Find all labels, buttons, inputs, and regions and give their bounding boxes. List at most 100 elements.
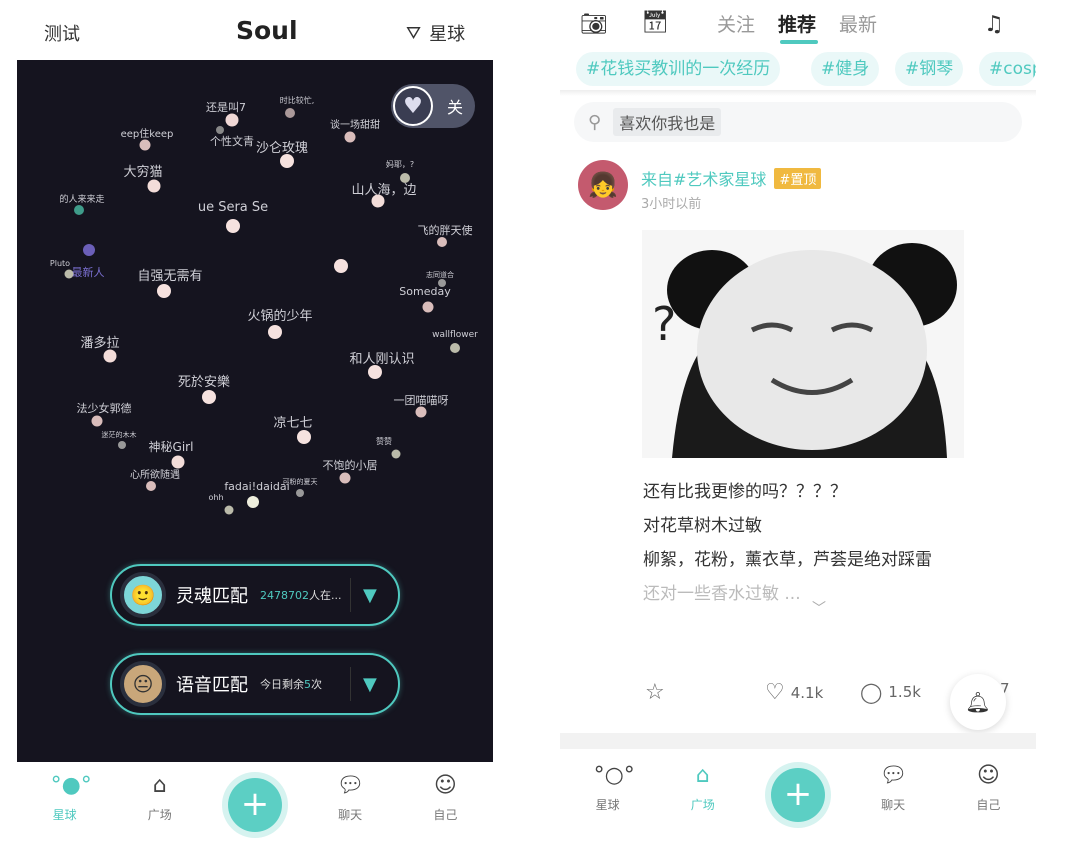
user-node-dot[interactable]	[91, 415, 103, 427]
user-node-dot[interactable]	[247, 496, 259, 508]
tag-chip[interactable]: #健身	[811, 52, 880, 86]
user-node-label: eep住keep	[120, 129, 174, 140]
post-button[interactable]: +	[215, 762, 295, 832]
test-label[interactable]: 测试	[44, 20, 80, 46]
user-node-dot[interactable]	[296, 489, 304, 497]
post-source[interactable]: 来自#艺术家星球 #置顶	[641, 166, 822, 190]
smile-icon: ☺	[433, 773, 457, 798]
divider	[560, 733, 1036, 749]
square-icon: ⌂	[152, 773, 167, 798]
voice-match-remaining: 今日剩余5次	[260, 678, 322, 691]
user-node-dot[interactable]	[225, 113, 239, 127]
user-node-label: 最新人	[71, 266, 105, 279]
tag-chip[interactable]: #钢琴	[895, 52, 964, 86]
post-source-label[interactable]: 来自#艺术家星球	[641, 166, 766, 190]
tab-me[interactable]: ☺ 自己	[948, 752, 1028, 813]
user-node-dot[interactable]	[391, 449, 401, 459]
comment-button[interactable]: ◯ 1.5k	[860, 680, 921, 704]
voice-match-button[interactable]: 😐 语音匹配 今日剩余5次 ▼	[110, 653, 400, 715]
user-node-dot[interactable]	[334, 259, 348, 273]
user-node-label: fadai!daidai	[224, 480, 290, 493]
left-tab-bar: °●° 星球 ⌂ 广场 + 💬︎ 聊天 ☺ 自己	[17, 762, 493, 841]
tab-follow[interactable]: 关注	[717, 10, 755, 37]
tab-recommend[interactable]: 推荐	[778, 10, 816, 37]
user-node-label: 飞的胖天使	[417, 224, 473, 237]
plus-icon: +	[770, 768, 825, 822]
tab-planet[interactable]: °●° 星球	[25, 762, 105, 823]
planet-icon: °●°	[50, 773, 92, 798]
user-node-dot[interactable]	[339, 472, 351, 484]
user-node-dot[interactable]	[422, 301, 434, 313]
post-text-line: 柳絮，花粉，薰衣草，芦荟是绝对踩雷	[643, 550, 932, 570]
tab-square[interactable]: ⌂ 广场	[120, 762, 200, 823]
user-node-dot[interactable]	[450, 343, 460, 353]
favorite-button[interactable]: ☆	[645, 680, 665, 705]
user-node-dot[interactable]	[103, 349, 117, 363]
divider	[350, 578, 351, 612]
app-title: Soul	[236, 16, 298, 45]
pinned-badge: #置顶	[774, 167, 822, 189]
user-node-dot[interactable]	[285, 108, 295, 118]
expand-chevron-icon[interactable]: ﹀	[812, 598, 826, 618]
user-node-label: 凉七七	[273, 416, 313, 431]
user-node-dot[interactable]	[202, 390, 216, 404]
user-node-label: Pluto	[49, 259, 71, 268]
user-node-dot[interactable]	[64, 269, 74, 279]
user-node-dot[interactable]	[368, 365, 382, 379]
music-icon[interactable]: ♫	[984, 12, 1004, 37]
plus-icon: +	[227, 778, 282, 832]
user-node-dot[interactable]	[146, 481, 156, 491]
user-node-dot[interactable]	[118, 441, 126, 449]
tab-latest[interactable]: 最新	[839, 10, 877, 37]
user-node-dot[interactable]	[157, 284, 171, 298]
user-node-dot[interactable]	[437, 237, 447, 247]
user-node-dot[interactable]	[147, 179, 161, 193]
user-node-label: ohh	[208, 493, 224, 502]
svg-text:?: ?	[652, 297, 676, 351]
tab-square[interactable]: ⌂ 广场	[663, 752, 743, 813]
soul-match-button[interactable]: 🙂 灵魂匹配 2478702人在... ▼	[110, 564, 400, 626]
filter-icon[interactable]: ▼	[363, 585, 377, 606]
voice-avatar: 😐	[120, 661, 166, 707]
user-node-dot[interactable]	[139, 139, 151, 151]
user-node-label: 的人来来走	[59, 195, 105, 205]
tab-me[interactable]: ☺ 自己	[405, 762, 485, 823]
tag-chip[interactable]: #cosp	[979, 52, 1036, 86]
user-node-label: 不饱的小居	[322, 459, 378, 472]
user-node-dot[interactable]	[226, 219, 240, 233]
planet-filter-button[interactable]: ⛛ 星球	[406, 20, 465, 46]
tab-chat[interactable]: 💬︎ 聊天	[310, 762, 390, 823]
comment-icon: ◯	[860, 680, 883, 704]
tag-chip[interactable]: #花钱买教训的一次经历	[576, 52, 781, 86]
post-image[interactable]: ?	[642, 230, 964, 458]
calendar-check-icon[interactable]: 📅︎	[641, 10, 669, 35]
user-node-dot[interactable]	[297, 430, 311, 444]
camera-icon[interactable]: 📷︎	[580, 12, 608, 37]
square-icon: ⌂	[695, 763, 710, 788]
bell-icon[interactable]: 🔔︎	[950, 674, 1006, 730]
user-node-dot[interactable]	[438, 279, 446, 287]
chat-icon: 💬︎	[879, 763, 908, 788]
user-node-label: 志同道合	[426, 271, 454, 279]
heart-toggle[interactable]: ♥ 关	[391, 84, 475, 128]
soul-avatar: 🙂	[120, 572, 166, 618]
like-button[interactable]: ♡ 4.1k	[765, 680, 823, 705]
user-node-dot[interactable]	[280, 154, 294, 168]
user-node-label: 个性文青	[210, 135, 254, 148]
user-node-dot[interactable]	[268, 325, 282, 339]
user-node-dot[interactable]	[74, 205, 84, 215]
filter-icon[interactable]: ▼	[363, 674, 377, 695]
user-node-label: 赞赞	[376, 437, 392, 446]
avatar[interactable]: 👧	[578, 160, 628, 210]
user-node-dot[interactable]	[344, 131, 356, 143]
user-node-label: 心所欲随遇	[130, 470, 180, 481]
tab-planet[interactable]: °○° 星球	[568, 752, 648, 813]
post-button[interactable]: +	[758, 752, 838, 822]
search-input[interactable]: ⚲ 喜欢你我也是	[574, 102, 1022, 142]
user-node-dot[interactable]	[224, 505, 234, 515]
user-node-dot[interactable]	[83, 244, 95, 256]
right-tab-bar: °○° 星球 ⌂ 广场 + 💬︎ 聊天 ☺ 自己	[560, 752, 1036, 831]
tab-chat[interactable]: 💬︎ 聊天	[853, 752, 933, 813]
user-node-label: 迷茫的木木	[101, 431, 137, 439]
user-node-dot[interactable]	[415, 406, 427, 418]
